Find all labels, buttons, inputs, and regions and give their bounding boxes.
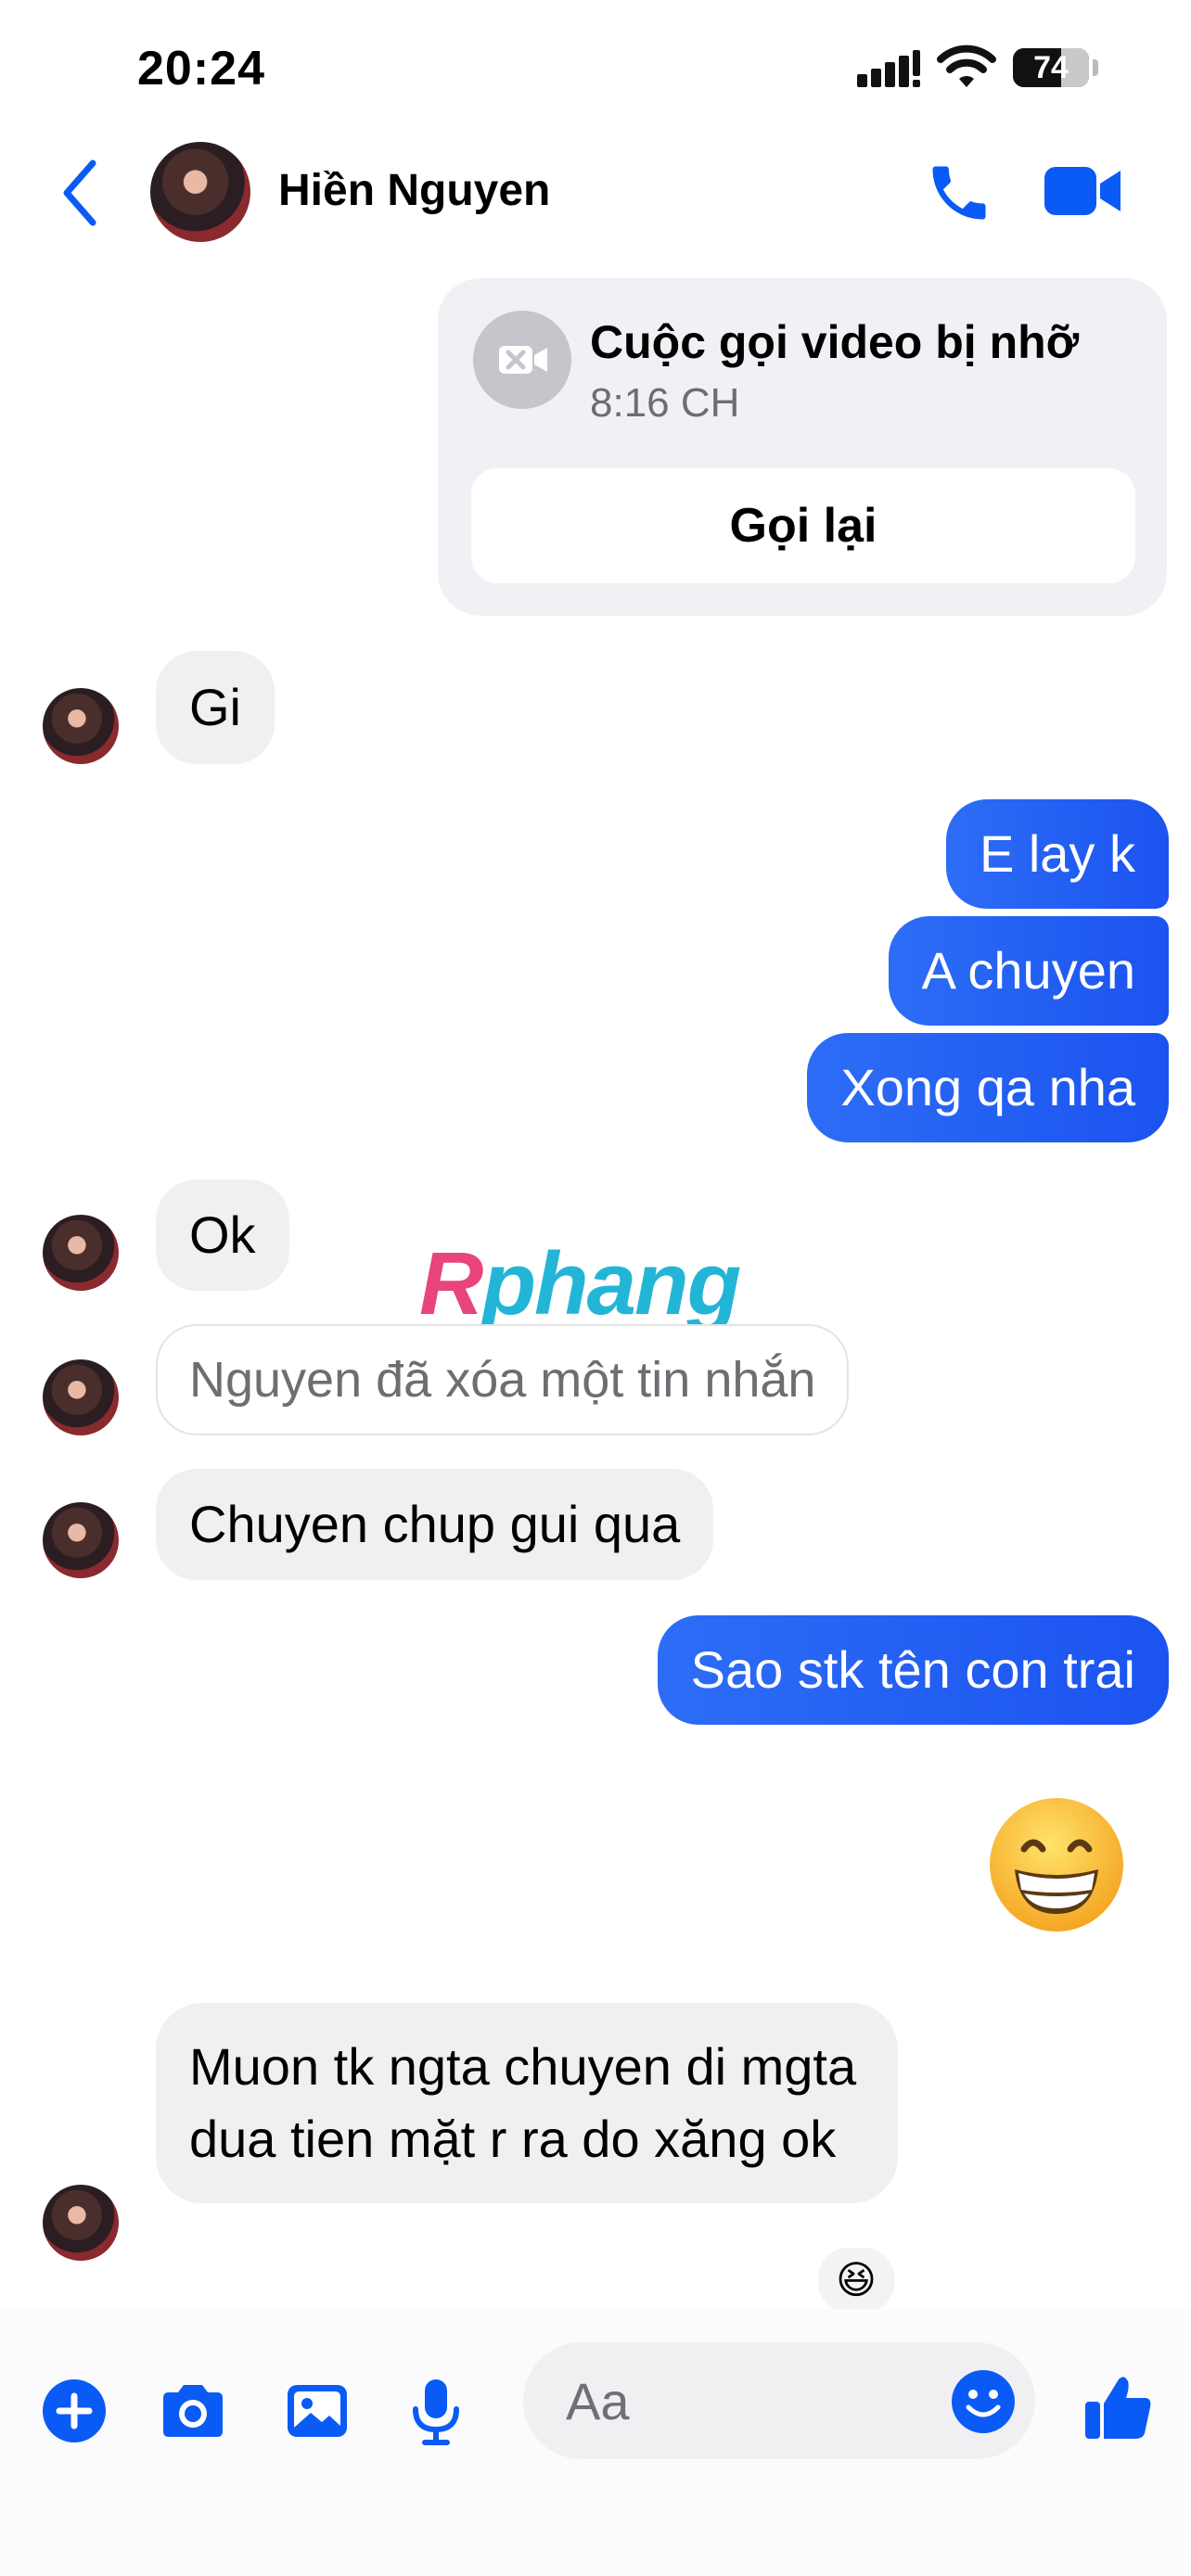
incoming-message[interactable]: Ok [156, 1180, 289, 1291]
sender-avatar[interactable] [43, 1215, 119, 1291]
incoming-message[interactable]: Muon tk ngta chuyen di mgta dua tien mặt… [156, 2003, 898, 2203]
wifi-icon [937, 45, 996, 87]
incoming-message[interactable]: Chuyen chup gui qua [156, 1469, 714, 1580]
outgoing-message[interactable]: E lay k [945, 799, 1169, 909]
sender-avatar[interactable] [43, 2185, 119, 2261]
watermark-first: R [419, 1234, 483, 1333]
sender-avatar[interactable] [43, 1502, 119, 1578]
smiley-icon[interactable] [950, 2368, 1017, 2435]
image-icon[interactable] [280, 2374, 354, 2448]
missed-call-time: 8:16 CH [590, 380, 740, 426]
watermark: Rphang [419, 1233, 741, 1335]
outgoing-message[interactable]: A chuyen [888, 916, 1169, 1026]
video-icon[interactable] [1044, 163, 1122, 219]
outgoing-message[interactable]: Xong qa nha [807, 1033, 1169, 1142]
grinning-emoji-message[interactable] [987, 1795, 1126, 1934]
sender-avatar[interactable] [43, 688, 119, 764]
cellular-signal-icon [857, 50, 920, 87]
video-off-icon [473, 311, 571, 409]
contact-avatar[interactable] [150, 142, 250, 242]
phone-icon[interactable] [924, 158, 994, 228]
deleted-message-notice: Nguyen đã xóa một tin nhắn [156, 1324, 850, 1435]
thumbs-up-icon[interactable] [1082, 2370, 1156, 2444]
battery-level: 74 [1033, 50, 1069, 85]
contact-name[interactable]: Hiền Nguyen [278, 165, 550, 216]
plus-icon[interactable] [37, 2374, 111, 2448]
back-chevron-icon[interactable] [58, 156, 104, 230]
status-time: 20:24 [137, 42, 265, 96]
battery-tip [1093, 59, 1098, 76]
call-back-button[interactable]: Gọi lại [471, 468, 1135, 583]
sender-avatar[interactable] [43, 1359, 119, 1435]
microphone-icon[interactable] [399, 2374, 473, 2448]
incoming-message[interactable]: Gi [156, 651, 275, 764]
outgoing-message[interactable]: Sao stk tên con trai [657, 1615, 1169, 1725]
camera-icon[interactable] [156, 2374, 230, 2448]
message-reaction[interactable]: 😆 [814, 2244, 898, 2316]
battery-indicator: 74 [1013, 48, 1089, 87]
watermark-rest: phang [481, 1234, 741, 1333]
missed-call-title: Cuộc gọi video bị nhỡ [590, 316, 1080, 368]
